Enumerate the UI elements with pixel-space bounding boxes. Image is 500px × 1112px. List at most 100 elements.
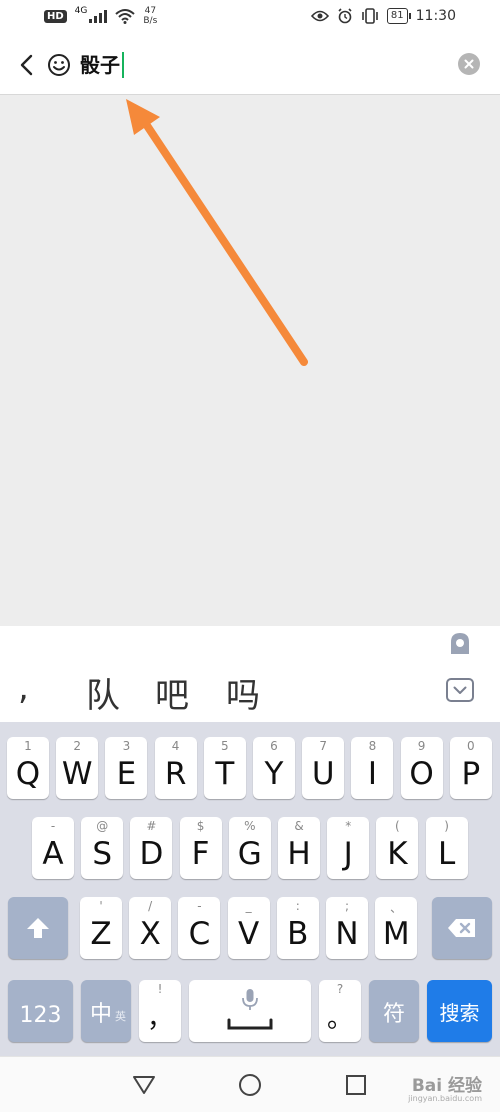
smiley-icon[interactable] (47, 53, 71, 77)
key-y[interactable]: 6Y (253, 737, 295, 799)
collapse-keyboard-button[interactable] (446, 678, 474, 702)
key-t[interactable]: 5T (203, 737, 246, 799)
key-hint: # (146, 819, 157, 833)
watermark: Bai 经验 jingyan.baidu.com (408, 1071, 482, 1103)
back-button[interactable] (12, 49, 40, 81)
network-speed: 47 B/s (143, 6, 157, 26)
input-method-logo-icon[interactable] (447, 630, 473, 656)
key-label: H (287, 836, 311, 872)
candidate-item[interactable]: , (18, 668, 29, 708)
key-x[interactable]: / X (129, 897, 172, 959)
key-label: Z (90, 916, 112, 952)
status-left: HD 4G 47 B/s (44, 6, 157, 26)
key-q[interactable]: 1Q (7, 737, 49, 799)
key-hint: 3 (122, 739, 131, 753)
key-i[interactable]: 8I (351, 737, 394, 799)
backspace-key[interactable] (432, 897, 492, 959)
candidate-item[interactable]: 吧 (155, 668, 189, 717)
key-g[interactable]: % G (228, 817, 271, 879)
space-bar-icon (227, 1018, 273, 1030)
results-area (0, 95, 500, 626)
navigation-bar: Bai 经验 jingyan.baidu.com (0, 1056, 500, 1112)
signal-icon (89, 9, 108, 23)
search-key[interactable]: 搜索 (427, 980, 492, 1042)
speed-value: 47 (144, 6, 157, 16)
nav-back-button[interactable] (130, 1071, 158, 1099)
key-label: I (367, 756, 377, 792)
key-v[interactable]: _ V (227, 897, 270, 959)
key-a[interactable]: -A (32, 817, 74, 879)
numbers-key[interactable]: 123 (8, 980, 73, 1042)
key-hint: 0 (466, 739, 475, 753)
key-u[interactable]: 7U (302, 737, 345, 799)
key-o[interactable]: 9O (400, 737, 443, 799)
search-input[interactable]: 骰子 (80, 49, 124, 81)
key-w[interactable]: 2W (56, 737, 99, 799)
numbers-key-label: 123 (19, 1003, 62, 1028)
key-n[interactable]: ; N (326, 897, 368, 959)
key-label: J (343, 836, 353, 872)
key-label: X (139, 916, 161, 952)
key-k[interactable]: (K (376, 817, 419, 879)
key-label: V (237, 916, 260, 952)
key-c[interactable]: -C (178, 897, 221, 959)
battery-icon: 81 (386, 8, 411, 24)
key-hint: 8 (368, 739, 377, 753)
key-label: E (116, 756, 137, 792)
clock: 11:30 (415, 8, 456, 24)
key-hint: $ (196, 819, 205, 833)
key-label: B (287, 916, 309, 952)
key-label: D (139, 836, 164, 872)
period-key[interactable]: ? 。 (319, 980, 361, 1042)
key-hint: 9 (417, 739, 426, 753)
key-j[interactable]: * J (327, 817, 370, 879)
key-hint: 2 (73, 739, 81, 753)
symbols-key[interactable]: 符 (369, 980, 419, 1042)
clear-button[interactable] (458, 53, 480, 75)
key-label: Q (15, 756, 41, 792)
key-z[interactable]: ' Z (80, 897, 122, 959)
backspace-icon (448, 919, 475, 937)
keyboard-toolbar (0, 626, 500, 661)
key-hint: 7 (319, 739, 327, 753)
key-b[interactable]: :B (276, 897, 319, 959)
candidate-bar: , 队 吧 吗 (0, 660, 500, 722)
shift-key[interactable] (8, 897, 68, 959)
key-r[interactable]: 4R (154, 737, 197, 799)
key-hint: % (244, 819, 256, 833)
key-hint: ? (336, 982, 344, 996)
key-l[interactable]: ) L (425, 817, 468, 879)
key-hint: / (148, 899, 153, 913)
language-switch-key[interactable]: 中 英 (81, 980, 131, 1042)
key-p[interactable]: 0P (449, 737, 492, 799)
key-hint: * (345, 819, 352, 833)
text-caret (122, 52, 124, 78)
key-h[interactable]: & H (278, 817, 320, 879)
key-f[interactable]: $ F (179, 817, 222, 879)
nav-home-button[interactable] (236, 1071, 264, 1099)
key-e[interactable]: 3E (105, 737, 148, 799)
key-label: M (382, 916, 410, 952)
key-label: K (387, 836, 408, 872)
nav-recents-button[interactable] (342, 1071, 370, 1099)
symbols-key-label: 符 (382, 1002, 405, 1027)
key-s[interactable]: @ S (81, 817, 124, 879)
search-bar: 骰子 (0, 36, 500, 95)
space-key[interactable] (189, 980, 311, 1042)
key-hint: & (294, 819, 304, 833)
comma-key[interactable]: ! ， (139, 980, 181, 1042)
key-label: C (188, 916, 211, 952)
eye-icon (310, 10, 329, 22)
home-circle-icon (239, 1074, 261, 1096)
key-m[interactable]: 、 M (375, 897, 418, 959)
network-type: 4G (74, 6, 88, 16)
key-label: N (335, 916, 359, 952)
clear-circle-icon (464, 59, 474, 69)
candidate-item[interactable]: 吗 (226, 668, 260, 717)
microphone-icon (242, 989, 258, 1010)
key-label: Y (264, 756, 284, 792)
key-d[interactable]: # D (130, 817, 173, 879)
key-hint: 、 (390, 901, 403, 915)
key-hint: ' (99, 899, 103, 913)
candidate-item[interactable]: 队 (86, 668, 120, 717)
